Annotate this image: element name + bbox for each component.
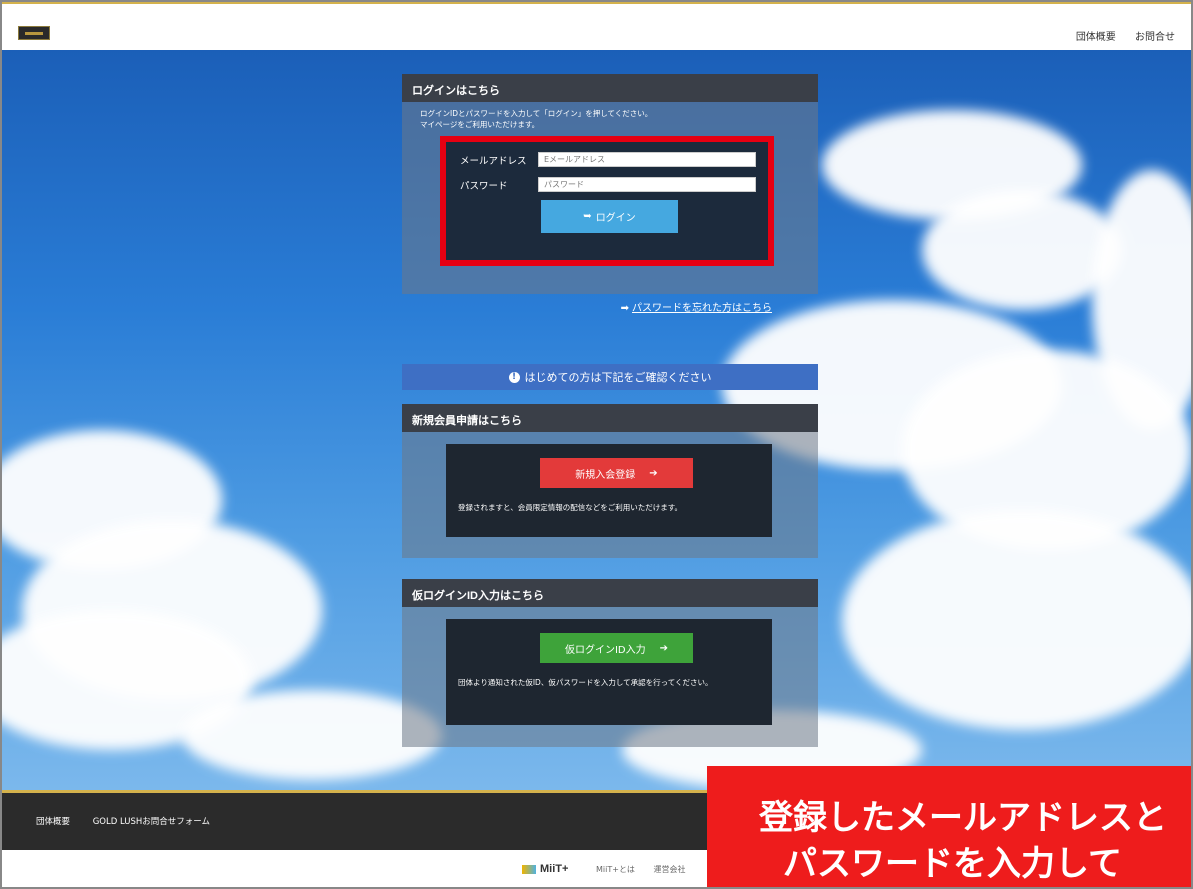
bottom-link-about[interactable]: MiiT+とは — [596, 865, 635, 874]
info-icon: ! — [508, 371, 520, 383]
arrow-right-icon: ➔ — [649, 467, 658, 479]
miit-brand-text: MiiT+ — [540, 863, 569, 875]
password-row: パスワード — [460, 177, 756, 192]
instruction-banner: 登録したメールアドレスと パスワードを入力して — [707, 766, 1191, 887]
login-description-line2: マイページをご利用いただけます。 — [420, 120, 540, 129]
login-form: メールアドレス パスワード ➥ ログイン — [440, 136, 774, 266]
temp-login-panel-title: 仮ログインID入力はこちら — [402, 579, 818, 607]
login-icon: ➥ — [583, 211, 592, 222]
email-row: メールアドレス — [460, 152, 756, 167]
forgot-password-link[interactable]: ➡ パスワードを忘れた方はこちら — [621, 299, 772, 314]
arrow-right-icon: ➔ — [659, 642, 669, 654]
miit-logo[interactable]: MiiT+ — [522, 863, 568, 875]
email-label: メールアドレス — [460, 155, 527, 167]
temp-login-description: 団体より通知された仮ID、仮パスワードを入力して承認を行ってください。 — [458, 678, 713, 687]
nav-link-contact[interactable]: お問合せ — [1135, 32, 1175, 43]
email-field[interactable] — [538, 152, 756, 167]
login-description: ログインIDとパスワードを入力して「ログイン」を押してください。 マイページをご… — [402, 102, 818, 136]
top-header: 団体概要 お問合せ — [2, 2, 1191, 50]
password-label: パスワード — [460, 180, 508, 192]
register-description: 登録されますと、会員限定情報の配信などをご利用いただけます。 — [458, 503, 682, 512]
page-frame: 団体概要 お問合せ ログインはこちら ログインIDとパスワードを入力して「ログイ… — [0, 0, 1193, 889]
login-panel-title: ログインはこちら — [402, 74, 818, 102]
temp-login-box: 仮ログインID入力 ➔ 団体より通知された仮ID、仮パスワードを入力して承認を行… — [446, 619, 772, 725]
miit-mark-icon — [522, 864, 536, 874]
register-panel-title: 新規会員申請はこちら — [402, 404, 818, 432]
login-panel: ログインはこちら ログインIDとパスワードを入力して「ログイン」を押してください… — [402, 74, 818, 314]
footer-link-organization[interactable]: 団体概要 — [36, 817, 70, 827]
notice-text: はじめての方は下記をご確認ください — [524, 371, 712, 384]
temp-login-button[interactable]: 仮ログインID入力 ➔ — [540, 633, 693, 663]
register-box: 新規入会登録 ➔ 登録されますと、会員限定情報の配信などをご利用いただけます。 — [446, 444, 772, 537]
register-button[interactable]: 新規入会登録 ➔ — [540, 458, 693, 488]
site-logo[interactable] — [18, 26, 50, 40]
footer-link-contact-form[interactable]: GOLD LUSHお問合せフォーム — [93, 817, 210, 827]
footer-links: 団体概要 GOLD LUSHお問合せフォーム — [36, 815, 230, 827]
register-button-label: 新規入会登録 — [575, 469, 636, 481]
first-time-notice: ! はじめての方は下記をご確認ください — [402, 364, 818, 390]
login-button[interactable]: ➥ ログイン — [541, 200, 678, 233]
login-description-line1: ログインIDとパスワードを入力して「ログイン」を押してください。 — [420, 109, 653, 118]
banner-line1: 登録したメールアドレスと — [759, 798, 1167, 838]
register-panel: 新規会員申請はこちら 新規入会登録 ➔ 登録されますと、会員限定情報の配信などを… — [402, 404, 818, 558]
bottom-link-company[interactable]: 運営会社 — [653, 865, 685, 874]
password-field[interactable] — [538, 177, 756, 192]
forgot-password-label: パスワードを忘れた方はこちら — [632, 303, 772, 314]
nav-link-organization[interactable]: 団体概要 — [1076, 32, 1116, 43]
top-nav: 団体概要 お問合せ — [1060, 28, 1175, 43]
banner-line2: パスワードを入力して — [783, 844, 1122, 884]
temp-login-button-label: 仮ログインID入力 — [564, 644, 646, 656]
bottom-links: MiiT+とは 運営会社 — [596, 864, 701, 875]
login-button-label: ログイン — [595, 213, 636, 224]
arrow-right-icon: ➡ — [620, 303, 629, 314]
temp-login-panel: 仮ログインID入力はこちら 仮ログインID入力 ➔ 団体より通知された仮ID、仮… — [402, 579, 818, 747]
